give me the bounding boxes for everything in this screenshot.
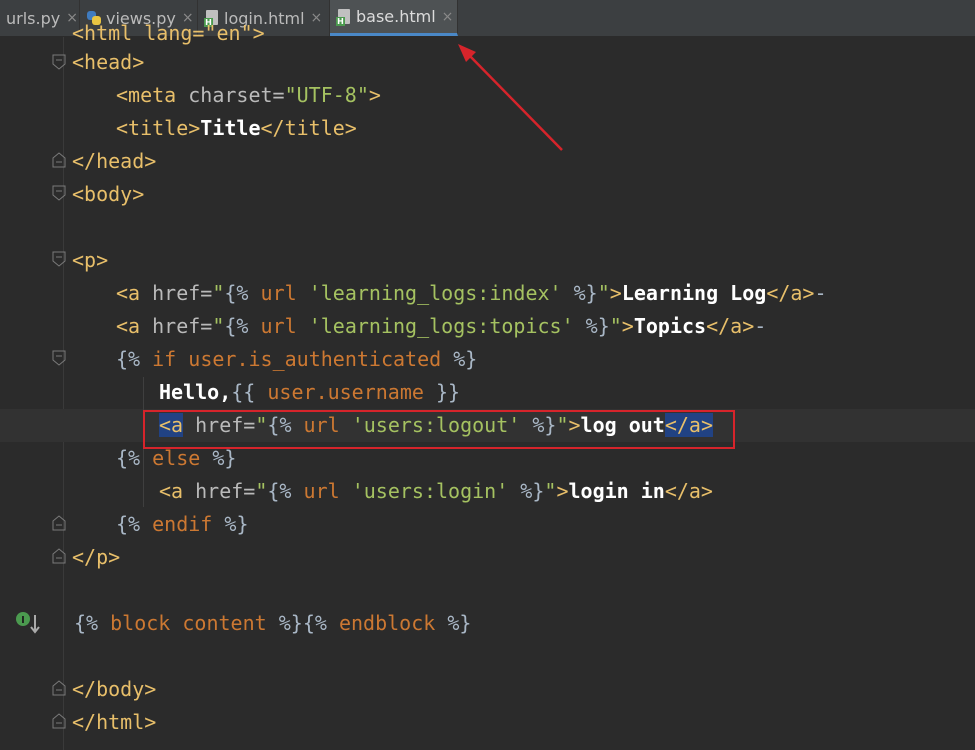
- code-editor[interactable]: <html lang="en"> <head> <meta charset="U…: [0, 21, 975, 750]
- tab-urls-py[interactable]: urls.py ×: [0, 0, 80, 36]
- code-line-title: <title>Title</title>: [116, 116, 357, 140]
- fold-open-icon[interactable]: [52, 54, 66, 70]
- code-line-body-open: <body>: [72, 182, 145, 206]
- code-line-login: <a href="{% url 'users:login' %}">login …: [159, 479, 713, 503]
- svg-text:I: I: [21, 615, 25, 626]
- code-line-meta: <meta charset="UTF-8">: [116, 83, 381, 107]
- code-line-head-close: </head>: [72, 149, 157, 173]
- code-line-p-open: <p>: [72, 248, 109, 272]
- code-line-head-open: <head>: [72, 50, 145, 74]
- tab-label: urls.py: [6, 8, 61, 28]
- code-line-block: {% block content %}{% endblock %}: [74, 611, 472, 635]
- tab-base-html[interactable]: base.html ×: [330, 0, 458, 36]
- code-line-hello: Hello,{{ user.username }}: [159, 380, 461, 404]
- close-icon[interactable]: ×: [311, 10, 323, 26]
- code-line-html-close: </html>: [72, 710, 157, 734]
- code-line-p-close: </p>: [72, 545, 121, 569]
- code-line-endif: {% endif %}: [116, 512, 249, 536]
- fold-close-icon[interactable]: [52, 713, 66, 729]
- code-line-link-index: <a href="{% url 'learning_logs:index' %}…: [116, 281, 827, 305]
- fold-open-icon[interactable]: [52, 185, 66, 201]
- close-icon[interactable]: ×: [442, 9, 454, 25]
- fold-close-icon[interactable]: [52, 680, 66, 696]
- implements-gutter-icon[interactable]: I: [15, 611, 41, 637]
- tab-label: base.html: [356, 7, 436, 26]
- fold-open-icon[interactable]: [52, 251, 66, 267]
- indent-guide: [63, 37, 64, 750]
- code-line-body-close: </body>: [72, 677, 157, 701]
- fold-open-icon[interactable]: [52, 350, 66, 366]
- fold-close-icon[interactable]: [52, 152, 66, 168]
- html-file-icon: [336, 8, 352, 26]
- annotation-highlight-box: [143, 410, 735, 449]
- fold-close-icon[interactable]: [52, 548, 66, 564]
- fold-close-icon[interactable]: [52, 515, 66, 531]
- code-line-link-topics: <a href="{% url 'learning_logs:topics' %…: [116, 314, 767, 338]
- code-line-if: {% if user.is_authenticated %}: [116, 347, 478, 371]
